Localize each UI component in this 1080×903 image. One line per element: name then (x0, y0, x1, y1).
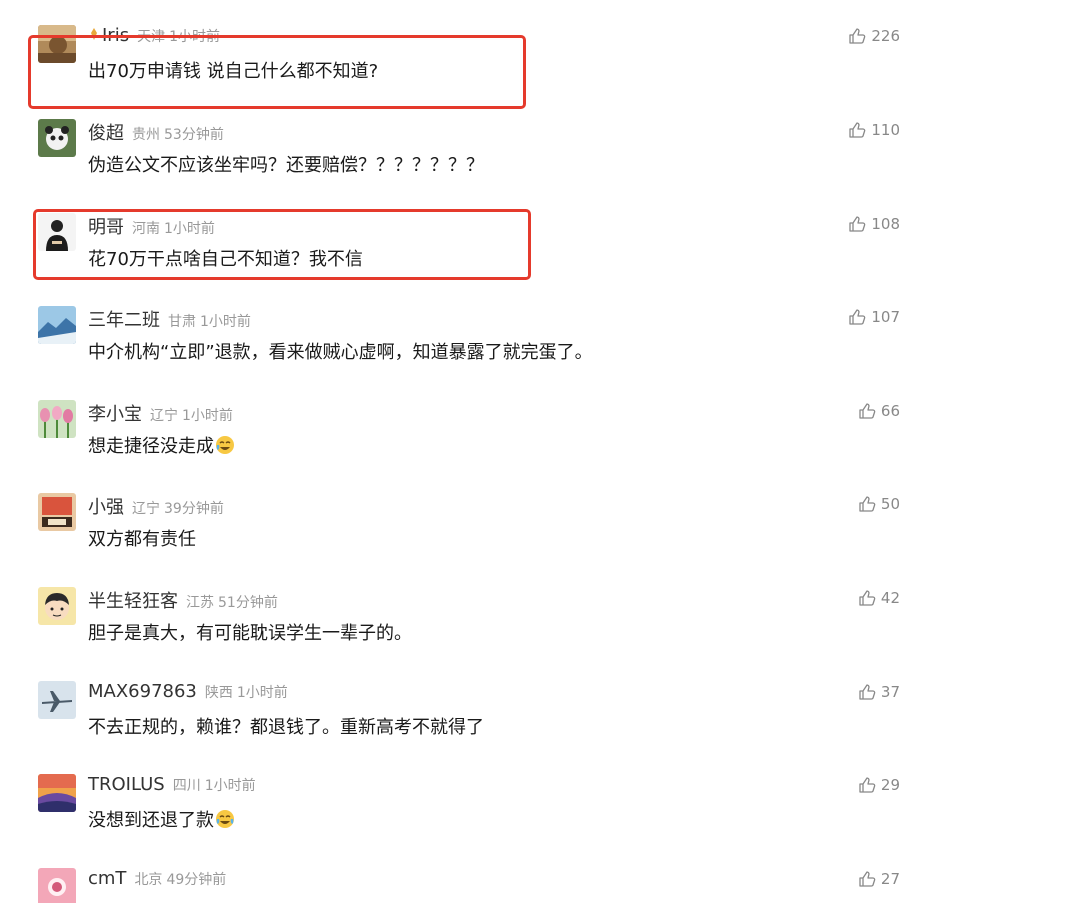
like-button[interactable]: 107 (848, 308, 900, 326)
thumbs-up-icon (859, 777, 876, 793)
comment-meta: 三年二班 甘肃 1小时前 (88, 306, 251, 332)
like-count: 107 (871, 308, 900, 326)
timestamp: 49分钟前 (166, 872, 227, 888)
comment-text: 胆子是真大，有可能耽误学生一辈子的。 (88, 623, 412, 644)
location: 甘肃 (168, 314, 196, 330)
username[interactable]: TROILUS (88, 774, 165, 795)
comment-meta: 俊超 贵州 53分钟前 (88, 119, 224, 145)
like-button[interactable]: 50 (858, 495, 900, 513)
comment-item: TROILUS 四川 1小时前 没想到还退了款 29 (0, 774, 1080, 868)
thumbs-up-icon (849, 122, 866, 138)
comment-text: 不去正规的，赖谁？都退钱了。重新高考不就得了 (88, 717, 484, 738)
comment-meta: 半生轻狂客 江苏 51分钟前 (88, 587, 278, 613)
like-count: 50 (880, 495, 900, 513)
avatar-pink-icon[interactable] (38, 868, 76, 903)
avatar-mountain-icon[interactable] (38, 306, 76, 344)
comment-item: 三年二班 甘肃 1小时前 中介机构“立即”退款，看来做贼心虚啊，知道暴露了就完蛋… (0, 306, 1080, 400)
like-button[interactable]: 42 (858, 589, 900, 607)
username[interactable]: 三年二班 (88, 306, 160, 332)
highlight-box (33, 209, 531, 280)
thumbs-up-icon (859, 496, 876, 512)
like-count: 37 (880, 683, 900, 701)
avatar-tulips-icon[interactable] (38, 400, 76, 438)
timestamp: 1小时前 (204, 778, 256, 794)
comment-text: 中介机构“立即”退款，看来做贼心虚啊，知道暴露了就完蛋了。 (88, 342, 593, 363)
location: 北京 (134, 872, 163, 888)
laughing-crying-emoji-icon (216, 810, 234, 828)
thumbs-up-icon (859, 684, 876, 700)
comment-item: 俊超 贵州 53分钟前 伪造公文不应该坐牢吗？还要赔偿？？？？？？？ 110 (0, 119, 1080, 213)
username[interactable]: 俊超 (88, 119, 124, 145)
like-button[interactable]: 66 (858, 402, 900, 420)
like-button[interactable]: 27 (858, 870, 900, 888)
timestamp: 51分钟前 (218, 595, 278, 611)
username[interactable]: 小强 (88, 493, 124, 519)
timestamp: 53分钟前 (164, 127, 224, 143)
like-count: 42 (880, 589, 900, 607)
like-count: 226 (871, 27, 900, 45)
like-count: 108 (871, 215, 900, 233)
username[interactable]: 半生轻狂客 (88, 587, 178, 613)
like-button[interactable]: 29 (858, 776, 900, 794)
avatar-sunset-icon[interactable] (38, 774, 76, 812)
avatar-badge-100-icon[interactable] (38, 493, 76, 531)
location: 辽宁 (150, 408, 178, 424)
avatar-airplane-icon[interactable] (38, 681, 76, 719)
location: 四川 (172, 778, 201, 794)
like-count: 29 (880, 776, 900, 794)
comment-item: 半生轻狂客 江苏 51分钟前 胆子是真大，有可能耽误学生一辈子的。 42 (0, 587, 1080, 681)
comment-meta: MAX697863 陕西 1小时前 (88, 681, 288, 705)
like-button[interactable]: 108 (848, 215, 900, 233)
thumbs-up-icon (849, 216, 866, 232)
comment-text: 想走捷径没走成 (88, 436, 214, 457)
comment-meta: cmT 北京 49分钟前 (88, 868, 226, 892)
comment-item: 李小宝 辽宁 1小时前 想走捷径没走成 66 (0, 400, 1080, 494)
comment-text: 伪造公文不应该坐牢吗？还要赔偿？？？？？？？ (88, 155, 484, 176)
thumbs-up-icon (849, 28, 866, 44)
like-button[interactable]: 110 (848, 121, 900, 139)
timestamp: 1小时前 (182, 408, 233, 424)
comment-item: cmT 北京 49分钟前 27 (0, 868, 1080, 903)
like-button[interactable]: 226 (848, 27, 900, 45)
timestamp: 1小时前 (200, 314, 251, 330)
comment-body: 没想到还退了款 (88, 806, 235, 832)
location: 陕西 (204, 685, 233, 701)
comment-meta: 李小宝 辽宁 1小时前 (88, 400, 233, 426)
like-count: 110 (871, 121, 900, 139)
thumbs-up-icon (849, 309, 866, 325)
thumbs-up-icon (859, 590, 876, 606)
thumbs-up-icon (859, 871, 876, 887)
avatar-panda-icon[interactable] (38, 119, 76, 157)
like-count: 66 (880, 402, 900, 420)
like-button[interactable]: 37 (858, 683, 900, 701)
location: 贵州 (132, 127, 160, 143)
highlight-box (28, 35, 526, 109)
username[interactable]: MAX697863 (88, 681, 197, 702)
like-count: 27 (880, 870, 900, 888)
comment-text: 双方都有责任 (88, 529, 196, 550)
avatar-cartoon-boy-icon[interactable] (38, 587, 76, 625)
timestamp: 1小时前 (236, 685, 288, 701)
comment-item: 小强 辽宁 39分钟前 双方都有责任 50 (0, 493, 1080, 587)
location: 江苏 (186, 595, 214, 611)
comment-meta: 小强 辽宁 39分钟前 (88, 493, 224, 519)
comment-meta: TROILUS 四川 1小时前 (88, 774, 256, 798)
comment-text: 没想到还退了款 (88, 810, 214, 831)
username[interactable]: 李小宝 (88, 400, 142, 426)
comment-body: 想走捷径没走成 (88, 432, 235, 458)
thumbs-up-icon (859, 403, 876, 419)
comment-item: MAX697863 陕西 1小时前 不去正规的，赖谁？都退钱了。重新高考不就得了… (0, 681, 1080, 775)
laughing-crying-emoji-icon (216, 436, 234, 454)
location: 辽宁 (132, 501, 160, 517)
username[interactable]: cmT (88, 868, 126, 889)
timestamp: 39分钟前 (164, 501, 224, 517)
